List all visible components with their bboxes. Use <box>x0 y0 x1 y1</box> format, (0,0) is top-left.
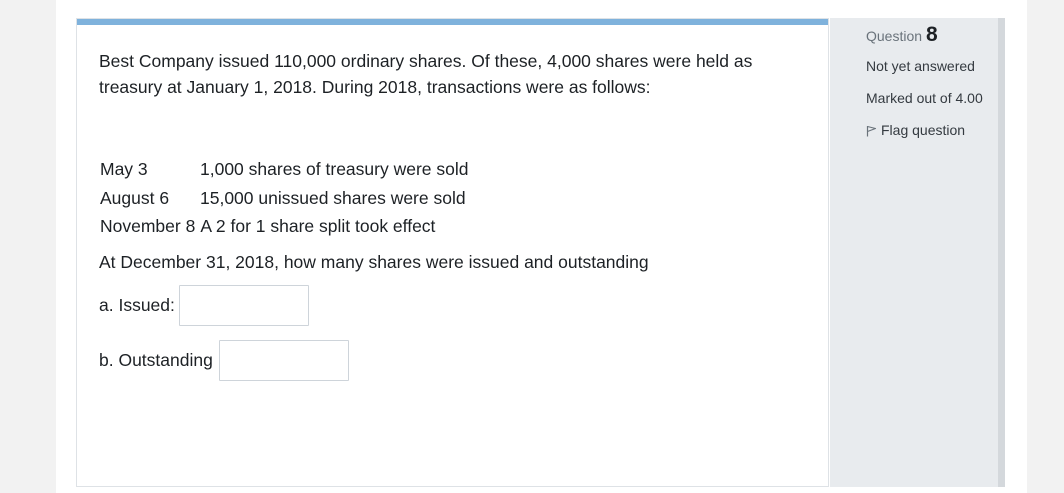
issued-label: a. Issued: <box>99 295 175 315</box>
question-info-panel: Question 8 Not yet answered Marked out o… <box>830 18 1005 487</box>
question-prompt: At December 31, 2018, how many shares we… <box>99 252 649 272</box>
transaction-text: 15,000 unissued shares were sold <box>200 187 466 208</box>
transaction-row: November 8A 2 for 1 share split took eff… <box>100 212 468 241</box>
question-marks: Marked out of 4.00 <box>866 90 983 106</box>
issued-answer-input[interactable] <box>179 285 309 326</box>
outstanding-label: b. Outstanding <box>99 350 213 370</box>
transaction-date: May 3 <box>100 159 148 179</box>
question-status: Not yet answered <box>866 58 975 74</box>
question-accent-bar <box>77 19 828 25</box>
transaction-text: A 2 for 1 share split took effect <box>200 216 436 236</box>
transaction-date: August 6 <box>100 187 170 208</box>
question-intro: Best Company issued 110,000 ordinary sha… <box>99 51 753 97</box>
flag-question-label: Flag question <box>881 122 966 138</box>
info-panel-edge <box>998 18 1005 487</box>
question-content-panel: Best Company issued 110,000 ordinary sha… <box>76 18 829 487</box>
flag-icon <box>866 122 881 138</box>
transaction-row: May 3 1,000 shares of treasury were sold <box>100 155 468 184</box>
transaction-text: 1,000 shares of treasury were sold <box>200 159 469 179</box>
transaction-date: November 8 <box>100 216 196 236</box>
question-number-heading: Question 8 <box>866 23 938 47</box>
question-label: Question <box>866 28 923 44</box>
outstanding-answer-input[interactable] <box>219 340 349 381</box>
flag-question-link[interactable]: Flag question <box>866 122 965 138</box>
transaction-row: August 6 15,000 unissued shares were sold <box>100 184 468 213</box>
transactions-list: May 3 1,000 shares of treasury were sold … <box>100 155 468 241</box>
question-number: 8 <box>925 23 938 46</box>
